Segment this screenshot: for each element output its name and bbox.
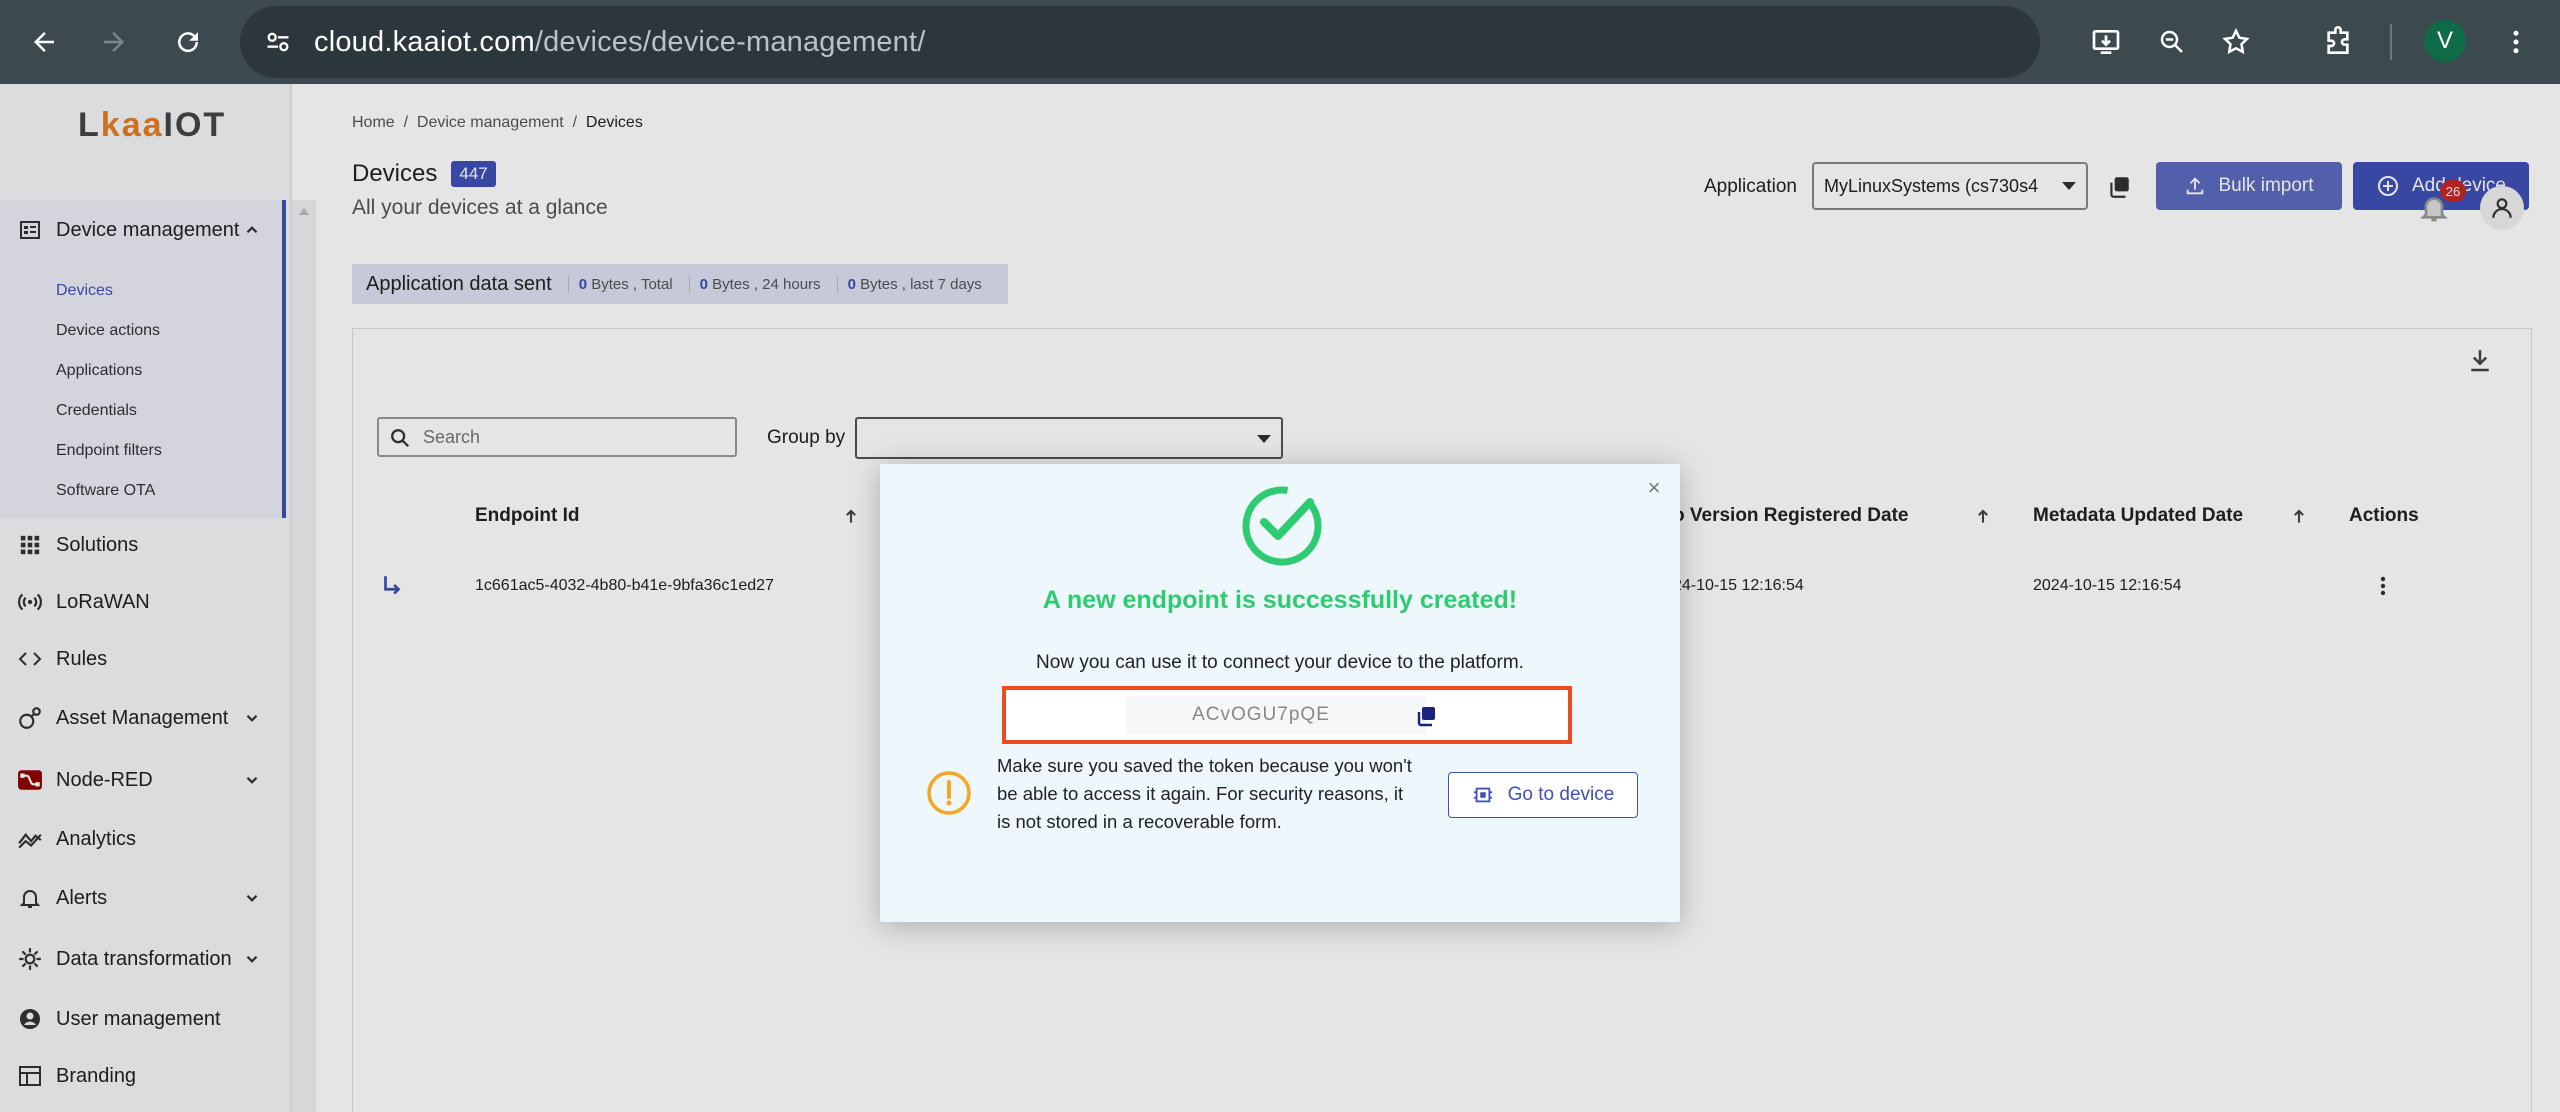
url-path: /devices/device-management/ [534, 25, 926, 58]
browser-menu-button[interactable] [2492, 18, 2540, 66]
zoom-icon [2160, 30, 2183, 53]
go-to-device-button[interactable]: Go to device [1448, 772, 1638, 818]
token-field[interactable]: ACvOGU7pQE [1002, 686, 1572, 744]
profile-avatar[interactable]: V [2424, 20, 2466, 62]
star-icon [2222, 27, 2250, 55]
arrow-right-icon [104, 32, 124, 52]
success-check-icon [1242, 486, 1322, 566]
device-chip-icon [1473, 787, 1492, 803]
zoom-button[interactable] [2148, 18, 2196, 66]
token-value: ACvOGU7pQE [1192, 704, 1330, 725]
kebab-menu-icon [2513, 30, 2519, 54]
address-bar[interactable]: cloud.kaaiot.com/devices/device-manageme… [240, 6, 2040, 78]
install-icon [2092, 30, 2120, 54]
forward-button[interactable] [90, 18, 138, 66]
toolbar-divider [2390, 24, 2392, 60]
bookmark-button[interactable] [2212, 18, 2260, 66]
token-warning-text: Make sure you saved the token because yo… [997, 755, 1412, 832]
extensions-button[interactable] [2314, 18, 2362, 66]
dialog-description: Now you can use it to connect your devic… [1036, 652, 1524, 673]
arrow-left-icon [34, 32, 54, 52]
copy-icon[interactable] [1414, 704, 1438, 728]
close-icon[interactable]: × [1642, 475, 1666, 500]
dialog-title: A new endpoint is successfully created! [1042, 586, 1518, 614]
site-settings-icon[interactable] [264, 28, 292, 56]
browser-toolbar: cloud.kaaiot.com/devices/device-manageme… [0, 0, 2560, 84]
install-app-button[interactable] [2082, 18, 2130, 66]
url-host: cloud.kaaiot.com [314, 25, 535, 58]
back-button[interactable] [20, 18, 68, 66]
puzzle-icon [2327, 26, 2349, 54]
url-text: cloud.kaaiot.com/devices/device-manageme… [314, 26, 925, 59]
reload-icon [178, 32, 199, 53]
reload-button[interactable] [164, 18, 212, 66]
endpoint-created-dialog: × A new endpoint is successfully created… [880, 464, 1680, 922]
warning-icon [927, 771, 971, 815]
go-to-device-label: Go to device [1507, 784, 1615, 805]
